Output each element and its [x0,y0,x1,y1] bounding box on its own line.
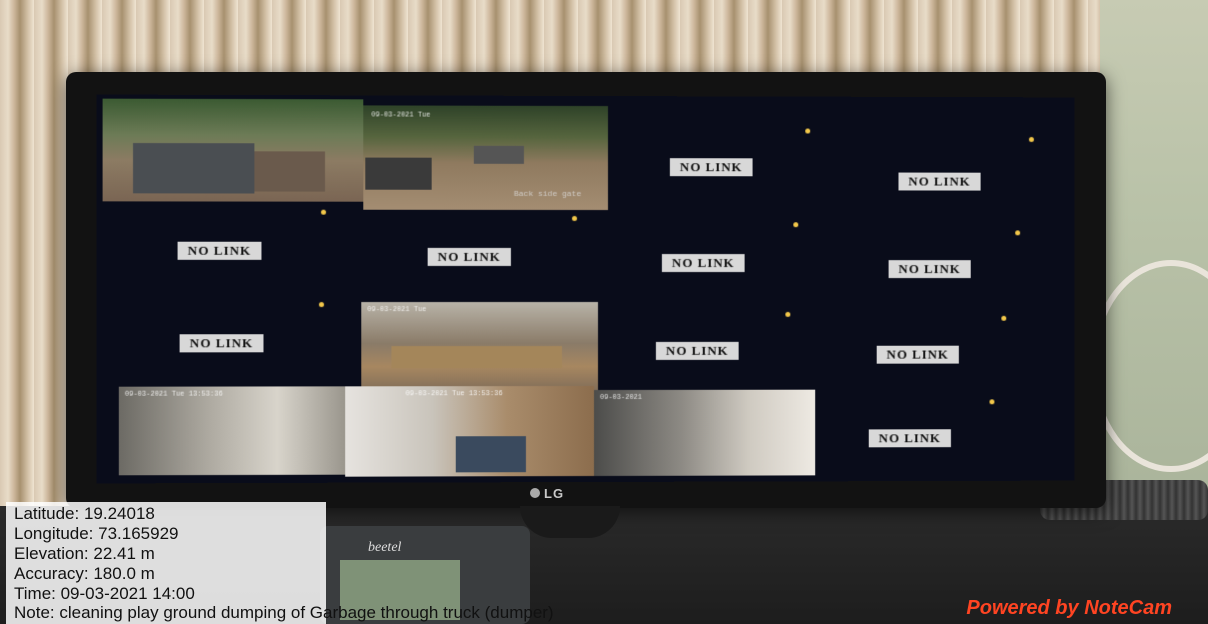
status-dot [1015,230,1021,236]
camera-feed-corridor: 09-03-2021 Tue 13:53:36 [118,386,346,476]
camera-feed-office-1: 09-03-2021 Tue [361,301,598,395]
no-link-label: NO LINK [876,345,959,364]
status-dot [805,128,811,134]
no-link-label: NO LINK [179,334,264,353]
status-dot [785,311,791,317]
cctv-screen: 09-03-2021 Tue Back side gate 09-03-2021… [96,94,1075,484]
camera-feed-yard-2: 09-03-2021 Tue Back side gate [363,105,608,211]
no-link-label: NO LINK [888,260,971,279]
no-link-label: NO LINK [655,341,739,360]
longitude-text: Longitude: 73.165929 [14,524,179,543]
camera-feed-office-2: 09-03-2021 Tue 13:53:36 [345,385,594,477]
camera-location-label: Back side gate [513,189,582,199]
elevation-text: Elevation: 22.41 m [14,544,155,563]
no-link-label: NO LINK [898,172,981,191]
no-link-label: NO LINK [669,158,753,177]
no-link-label: NO LINK [427,247,511,266]
latitude-text: Latitude: 19.24018 [14,504,155,523]
note-text: Note: cleaning play ground dumping of Ga… [14,603,554,622]
status-dot [1028,137,1034,142]
status-dot [320,209,327,215]
status-dot [793,222,799,228]
status-dot [571,215,578,221]
time-text: Time: 09-03-2021 14:00 [14,584,195,603]
notecam-watermark: Powered by NoteCam [966,597,1172,619]
camera-feed-yard-1 [102,98,364,202]
no-link-label: NO LINK [868,429,951,448]
accuracy-text: Accuracy: 180.0 m [14,564,155,583]
no-link-label: NO LINK [177,241,262,260]
monitor-brand: LG [544,486,565,501]
camera-feed-lobby: 09-03-2021 [593,389,816,476]
status-dot [1001,315,1007,321]
lg-logo-icon [530,488,540,498]
status-dot [989,399,995,405]
status-dot [318,302,325,308]
no-link-label: NO LINK [661,254,745,273]
phone-brand: beetel [368,540,402,555]
